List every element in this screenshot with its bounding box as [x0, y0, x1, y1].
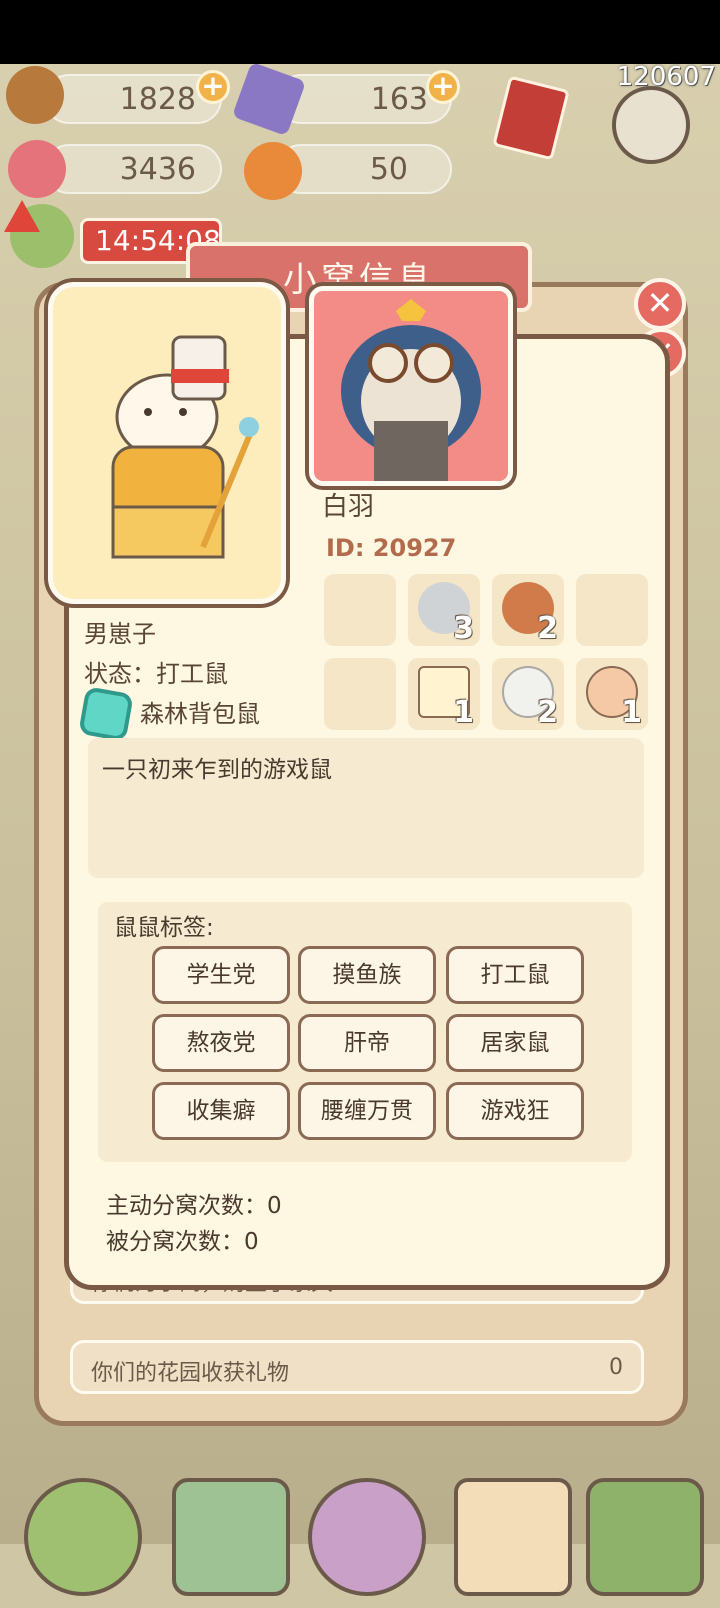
heart-value: 3436 [119, 152, 196, 187]
acorn-icon [6, 66, 64, 124]
item-slot-apple[interactable]: 2 [492, 658, 564, 730]
item-slot-acorn[interactable]: 2 [492, 574, 564, 646]
item-slot-empty[interactable] [324, 574, 396, 646]
passive-split-count: 被分窝次数：0 [106, 1229, 259, 1255]
tag-button[interactable]: 学生党 [152, 946, 290, 1004]
item-slot-empty[interactable] [324, 658, 396, 730]
bottom-nav [0, 1470, 720, 1608]
acorn-counter: 1828 [44, 74, 222, 124]
tag-button[interactable]: 熬夜党 [152, 1014, 290, 1072]
player-avatar[interactable] [309, 286, 513, 486]
item-slot-teapot[interactable]: 3 [408, 574, 480, 646]
tag-button[interactable]: 游戏狂 [446, 1082, 584, 1140]
settings-gear-icon[interactable] [612, 86, 690, 164]
player-name: 白羽 [322, 492, 375, 522]
orange-icon [244, 142, 302, 200]
character-portrait [48, 282, 286, 604]
mail-icon[interactable] [172, 1478, 290, 1596]
tag-button[interactable]: 打工鼠 [446, 946, 584, 1004]
description-text: 一只初来乍到的游戏鼠 [102, 757, 332, 783]
mouse-character-icon [111, 335, 259, 559]
active-split-count: 主动分窝次数：0 [106, 1193, 282, 1219]
tag-button[interactable]: 摸鱼族 [298, 946, 436, 1004]
penguin-avatar-icon [341, 299, 481, 481]
status-bar [0, 0, 720, 64]
item-count: 2 [537, 695, 558, 730]
character-rank: 森林背包鼠 [140, 700, 260, 728]
acorn-value: 1828 [119, 82, 196, 117]
tags-label: 鼠鼠标签: [114, 915, 214, 941]
house-icon[interactable] [24, 1478, 142, 1596]
gem-plus-button[interactable]: + [426, 70, 460, 104]
item-count: 1 [453, 695, 474, 730]
heart-icon [8, 140, 66, 198]
stat-label: 你们的花园收获礼物 [91, 1361, 290, 1386]
item-count: 2 [537, 611, 558, 646]
map-icon[interactable] [586, 1478, 704, 1596]
warning-icon [4, 200, 40, 232]
rank-badge-icon [78, 686, 134, 742]
tag-button[interactable]: 收集癖 [152, 1082, 290, 1140]
item-slot-empty[interactable] [576, 574, 648, 646]
close-button[interactable]: ✕ [634, 278, 686, 330]
acorn-plus-button[interactable]: + [196, 70, 230, 104]
stat-value: 0 [609, 1355, 623, 1380]
character-name: 男崽子 [84, 620, 156, 648]
build-id: 120607 [616, 62, 716, 92]
tag-button[interactable]: 肝帝 [298, 1014, 436, 1072]
tag-button[interactable]: 居家鼠 [446, 1014, 584, 1072]
tag-button[interactable]: 腰缠万贯 [298, 1082, 436, 1140]
mice-icon[interactable] [308, 1478, 426, 1596]
character-status: 状态：打工鼠 [84, 660, 228, 688]
item-slot-cards[interactable]: 1 [408, 658, 480, 730]
stat-row-garden: 你们的花园收获礼物 0 [70, 1340, 644, 1394]
player-id: ID: 20927 [326, 534, 457, 562]
item-slot-paw[interactable]: 1 [576, 658, 648, 730]
clipboard-icon[interactable] [454, 1478, 572, 1596]
orange-counter: 50 [276, 144, 452, 194]
item-count: 1 [621, 695, 642, 730]
heart-counter: 3436 [44, 144, 222, 194]
item-count: 3 [453, 611, 474, 646]
